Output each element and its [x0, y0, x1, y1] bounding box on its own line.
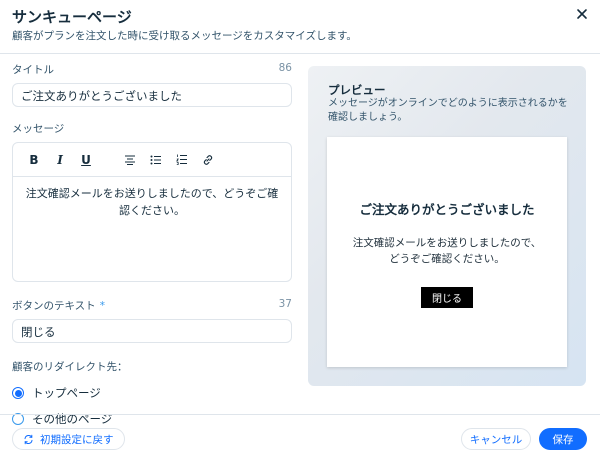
- redirect-label: 顧客のリダイレクト先：: [12, 361, 128, 373]
- reset-defaults-label: 初期設定に戻す: [40, 433, 114, 446]
- reset-icon: [24, 434, 33, 444]
- radio-option-home[interactable]: トップページ: [12, 380, 292, 406]
- message-field-label: メッセージ: [12, 123, 65, 135]
- cancel-button[interactable]: キャンセル: [461, 428, 531, 450]
- underline-button[interactable]: U: [73, 150, 99, 170]
- radio-selected-icon[interactable]: [12, 387, 24, 399]
- save-button[interactable]: 保存: [539, 428, 587, 450]
- redirect-label-row: 顧客のリダイレクト先：: [12, 359, 292, 374]
- button-text-field-label: ボタンのテキスト: [12, 300, 96, 312]
- modal-header: サンキューページ 顧客がプランを注文した時に受け取るメッセージをカスタマイズしま…: [0, 0, 600, 54]
- preview-card-title: ご注文ありがとうございました: [359, 202, 535, 217]
- preview-panel: プレビュー メッセージがオンラインでどのように表示されるかを確認しましょう。 ご…: [308, 66, 586, 386]
- settings-panel: タイトル 86 ご注文ありがとうございました メッセージ B I U 注文確認メ…: [12, 62, 292, 432]
- page-title: サンキューページ: [12, 8, 132, 26]
- modal-footer: 初期設定に戻す キャンセル 保存: [0, 414, 600, 456]
- preview-description: メッセージがオンラインでどのように表示されるかを確認しましょう。: [328, 98, 568, 123]
- button-field-label-row: ボタンのテキスト * 37: [12, 298, 292, 313]
- reset-defaults-button[interactable]: 初期設定に戻す: [12, 428, 125, 450]
- radio-label-home: トップページ: [32, 386, 101, 400]
- preview-title: プレビュー: [328, 83, 386, 97]
- title-input[interactable]: ご注文ありがとうございました: [12, 83, 292, 107]
- numbered-list-icon[interactable]: [169, 150, 195, 170]
- bullet-list-icon[interactable]: [143, 150, 169, 170]
- preview-card-message: 注文確認メールをお送りしましたので、 どうぞご確認ください。: [343, 235, 551, 267]
- title-char-counter: 86: [278, 62, 292, 74]
- page-subtitle: 顧客がプランを注文した時に受け取るメッセージをカスタマイズします。: [12, 30, 357, 42]
- button-text-input[interactable]: 閉じる: [12, 319, 292, 343]
- title-field-label-row: タイトル 86: [12, 62, 292, 77]
- required-asterisk: *: [99, 300, 105, 312]
- preview-card: ご注文ありがとうございました 注文確認メールをお送りしましたので、 どうぞご確認…: [327, 137, 567, 367]
- editor-toolbar: B I U: [13, 143, 291, 177]
- preview-card-message-line1: 注文確認メールをお送りしましたので、: [352, 237, 542, 249]
- bold-button[interactable]: B: [21, 150, 47, 170]
- align-center-icon[interactable]: [117, 150, 143, 170]
- title-field-label: タイトル: [12, 64, 54, 76]
- message-text[interactable]: 注文確認メールをお送りしましたので、どうぞご確認ください。: [13, 177, 291, 227]
- close-icon[interactable]: [574, 6, 590, 22]
- message-field-label-row: メッセージ: [12, 121, 292, 136]
- italic-button[interactable]: I: [47, 150, 73, 170]
- preview-close-button: 閉じる: [421, 287, 473, 308]
- button-char-counter: 37: [278, 298, 292, 310]
- message-editor[interactable]: B I U 注文確認メールをお送りしましたので、どうぞご確認ください。: [12, 142, 292, 282]
- preview-card-message-line2: どうぞご確認ください。: [389, 253, 505, 265]
- link-icon[interactable]: [195, 150, 221, 170]
